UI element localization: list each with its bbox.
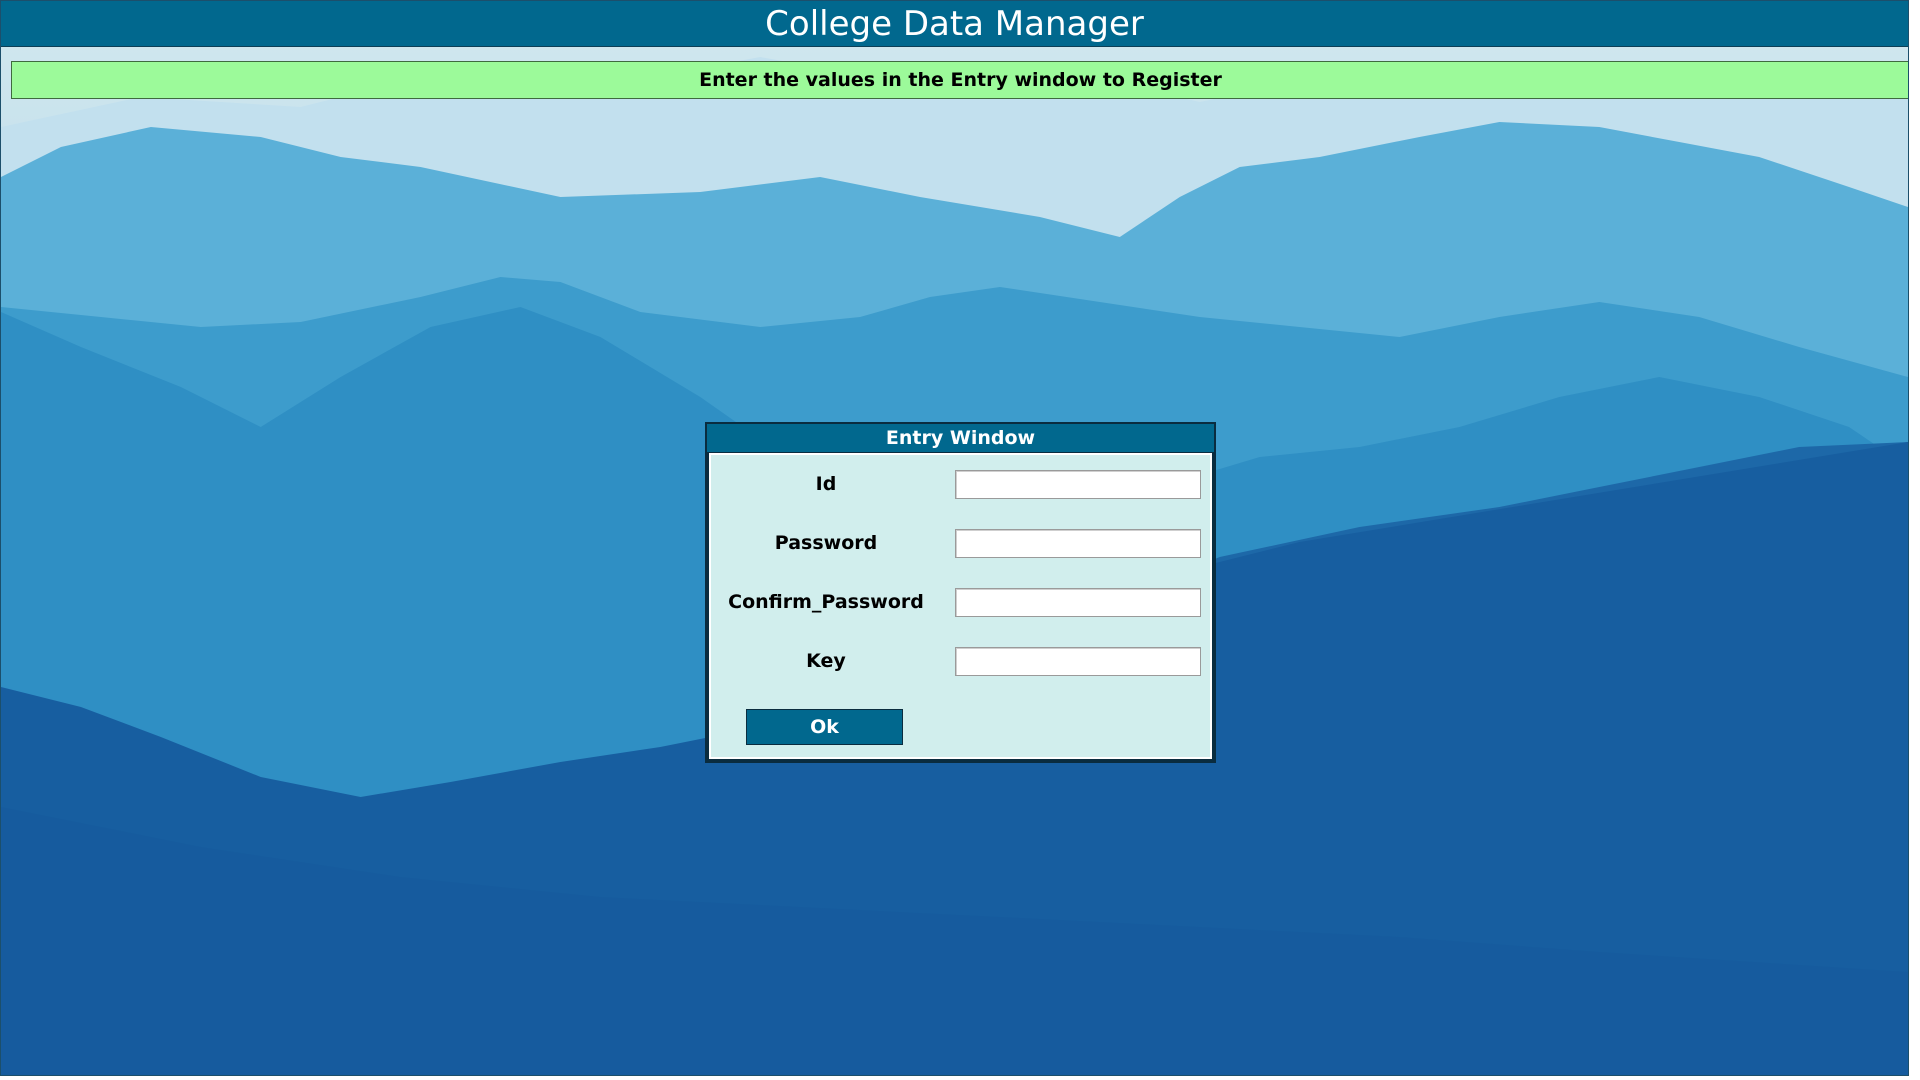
app-window: College Data Manager Enter the values in… (0, 0, 1909, 1076)
app-title: College Data Manager (1, 1, 1908, 47)
id-label: Id (815, 473, 837, 495)
status-message: Enter the values in the Entry window to … (11, 61, 1908, 99)
entry-window-dialog: Entry Window Id Password Confirm_Passwor… (705, 422, 1216, 763)
key-input[interactable] (955, 647, 1201, 676)
dialog-body: Id Password Confirm_Password Key Ok (709, 453, 1212, 759)
confirm-password-input[interactable] (955, 588, 1201, 617)
key-label: Key (806, 650, 846, 672)
id-input[interactable] (955, 470, 1201, 499)
dialog-title: Entry Window (707, 424, 1214, 452)
password-label: Password (774, 532, 878, 554)
password-input[interactable] (955, 529, 1201, 558)
confirm-password-label: Confirm_Password (728, 591, 924, 613)
ok-button[interactable]: Ok (746, 709, 903, 745)
